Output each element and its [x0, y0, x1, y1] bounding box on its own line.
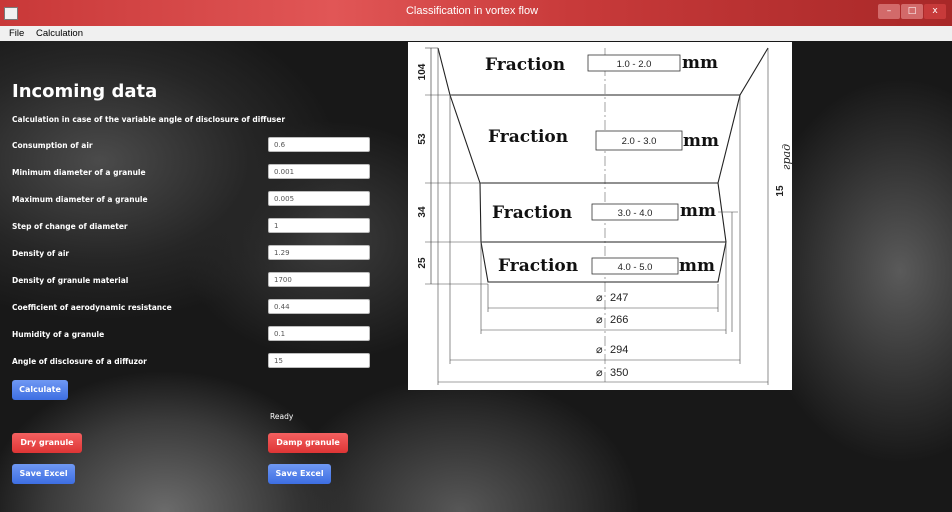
air-consumption-input[interactable]: 0.6	[268, 137, 370, 152]
maximize-button[interactable]: □	[901, 4, 923, 19]
fraction-word-1: Fraction	[485, 55, 565, 75]
height-label-1: 104	[417, 63, 428, 80]
height-label-2: 53	[417, 133, 428, 145]
diameter-symbol-3: ⌀	[596, 344, 603, 356]
save-excel-damp-button[interactable]: Save Excel	[268, 464, 331, 484]
humidity-input[interactable]: 0.1	[268, 326, 370, 341]
max-diameter-input[interactable]: 0.005	[268, 191, 370, 206]
fraction-unit-4: mm	[679, 256, 715, 276]
fraction-unit-1: mm	[682, 53, 718, 73]
diameter-symbol-4: ⌀	[596, 367, 603, 379]
param-label-humidity: Humidity of a granule	[12, 330, 105, 339]
min-diameter-input[interactable]: 0.001	[268, 164, 370, 179]
fraction-range-3: 3.0 - 4.0	[618, 208, 653, 219]
save-excel-dry-button[interactable]: Save Excel	[12, 464, 75, 484]
fraction-range-1: 1.0 - 2.0	[617, 59, 652, 70]
height-label-3: 34	[417, 206, 428, 218]
air-density-input[interactable]: 1.29	[268, 245, 370, 260]
angle-unit: град	[780, 144, 792, 170]
diameter-value-3: 294	[610, 344, 628, 356]
param-label-diameter-step: Step of change of diameter	[12, 222, 128, 231]
height-label-4: 25	[417, 257, 428, 269]
param-label-max-diameter: Maximum diameter of a granule	[12, 195, 148, 204]
param-label-diffuser-angle: Angle of disclosure of a diffuzor	[12, 357, 147, 366]
menu-calculation[interactable]: Calculation	[36, 28, 83, 39]
angle-value: 15	[775, 185, 786, 197]
granule-density-input[interactable]: 1700	[268, 272, 370, 287]
param-label-granule-density: Density of granule material	[12, 276, 129, 285]
app-icon	[4, 7, 18, 20]
diameter-step-input[interactable]: 1	[268, 218, 370, 233]
dry-granule-button[interactable]: Dry granule	[12, 433, 82, 453]
title-bar[interactable]: Classification in vortex flow – □ x	[0, 0, 952, 26]
minimize-button[interactable]: –	[878, 4, 900, 19]
fraction-range-2: 2.0 - 3.0	[622, 136, 657, 147]
damp-granule-button[interactable]: Damp granule	[268, 433, 348, 453]
drag-coefficient-input[interactable]: 0.44	[268, 299, 370, 314]
window-controls: – □ x	[878, 4, 946, 19]
diameter-value-4: 350	[610, 367, 628, 379]
param-label-air-consumption: Consumption of air	[12, 141, 93, 150]
fraction-range-4: 4.0 - 5.0	[618, 262, 653, 273]
close-button[interactable]: x	[924, 4, 946, 19]
diameter-symbol-2: ⌀	[596, 314, 603, 326]
param-label-air-density: Density of air	[12, 249, 70, 258]
diagram-svg: 104 53 34 25 15 град Fraction 1.0 - 2.0 …	[417, 47, 792, 385]
menu-bar: File Calculation	[0, 26, 952, 41]
fraction-word-4: Fraction	[498, 256, 578, 276]
param-label-drag-coefficient: Coefficient of aerodynamic resistance	[12, 303, 172, 312]
fraction-word-2: Fraction	[488, 127, 568, 147]
diffuser-angle-input[interactable]: 15	[268, 353, 370, 368]
fraction-word-3: Fraction	[492, 203, 572, 223]
diameter-value-2: 266	[610, 314, 628, 326]
status-text: Ready	[270, 412, 294, 421]
menu-file[interactable]: File	[9, 28, 24, 39]
fraction-unit-2: mm	[683, 131, 719, 151]
form-subheading: Calculation in case of the variable angl…	[12, 115, 286, 124]
fraction-unit-3: mm	[680, 201, 716, 221]
diameter-symbol-1: ⌀	[596, 292, 603, 304]
window-title: Classification in vortex flow	[405, 5, 539, 17]
form-heading: Incoming data	[12, 81, 158, 102]
calculate-button[interactable]: Calculate	[12, 380, 68, 400]
diameter-value-1: 247	[610, 292, 628, 304]
separator-diagram: 104 53 34 25 15 град Fraction 1.0 - 2.0 …	[408, 42, 792, 390]
param-label-min-diameter: Minimum diameter of a granule	[12, 168, 146, 177]
